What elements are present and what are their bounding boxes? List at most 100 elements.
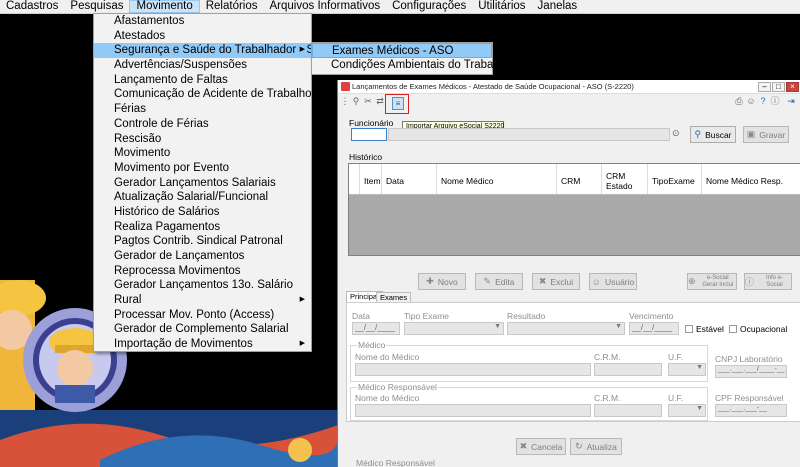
user-icon: ☺	[591, 276, 601, 287]
data-input[interactable]: __/__/____	[352, 322, 400, 335]
atualiza-button[interactable]: ↻ Atualiza	[570, 438, 622, 455]
uf-select[interactable]: ▼	[668, 363, 706, 376]
vencimento-label: Vencimento	[629, 311, 674, 321]
menu-item-rescisao[interactable]: Rescisão	[94, 132, 311, 147]
ocupacional-label: Ocupacional	[740, 324, 788, 334]
menu-item-realiza-pagamentos[interactable]: Realiza Pagamentos	[94, 220, 311, 235]
col-data[interactable]: Data	[382, 164, 437, 194]
submenu-arrow-icon: ▶	[299, 296, 305, 304]
menu-item-ferias[interactable]: Férias	[94, 102, 311, 117]
crm-input[interactable]	[594, 363, 662, 376]
crm-resp-label: C.R.M.	[594, 393, 621, 403]
grid-header: Item Data Nome Médico CRM CRM Estado Tip…	[349, 164, 800, 195]
menu-movimento[interactable]: Movimento	[129, 0, 200, 13]
menu-item-processar-ponto[interactable]: Processar Mov. Ponto (Access)	[94, 308, 311, 323]
info-esocial-button[interactable]: ⓘ Info e-Social	[744, 273, 792, 290]
exit-icon[interactable]: ⇥	[786, 96, 796, 106]
app-icon	[341, 82, 350, 91]
menu-item-importacao-movimentos[interactable]: Importação de Movimentos ▶	[94, 337, 311, 352]
submenu-arrow-icon: ▶	[299, 46, 305, 54]
menu-item-atestados[interactable]: Atestados	[94, 29, 311, 44]
search-icon[interactable]: ⚲	[351, 96, 361, 106]
menu-item-gerador-13o[interactable]: Gerador Lançamentos 13o. Salário	[94, 278, 311, 293]
funcionario-code-input[interactable]	[351, 128, 387, 141]
menu-relatorios[interactable]: Relatórios	[200, 0, 264, 13]
menu-item-afastamentos[interactable]: Afastamentos	[94, 14, 311, 29]
submenu-item-exames-medicos[interactable]: Exames Médicos - ASO	[312, 43, 492, 58]
submenu-item-condicoes-ambientais[interactable]: Condições Ambientais do Trabalho	[312, 58, 509, 73]
exclui-button[interactable]: ✖ Exclui	[532, 273, 580, 290]
medico-resp-group-label: Médico Responsável	[357, 382, 438, 392]
menu-item-historico-salarios[interactable]: Histórico de Salários	[94, 205, 311, 220]
info-icon[interactable]: ⓘ	[770, 96, 780, 106]
ocupacional-checkbox[interactable]	[729, 325, 737, 333]
cnpj-input[interactable]: ___.___.___/____-__	[715, 365, 787, 378]
menu-pesquisas[interactable]: Pesquisas	[64, 0, 129, 13]
menu-item-reprocessa[interactable]: Reprocessa Movimentos	[94, 264, 311, 279]
menu-cadastros[interactable]: Cadastros	[0, 0, 64, 13]
menu-item-movimento[interactable]: Movimento	[94, 146, 311, 161]
nome-medico-input[interactable]	[355, 363, 591, 376]
buscar-button[interactable]: ⚲ Buscar	[690, 126, 736, 143]
col-nome-medico[interactable]: Nome Médico	[437, 164, 557, 194]
cpf-input[interactable]: ___.___.___-__	[715, 404, 787, 417]
col-nome-medico-resp[interactable]: Nome Médico Resp.	[702, 164, 800, 194]
menu-item-gerador-lancamentos[interactable]: Gerador de Lançamentos	[94, 249, 311, 264]
cancela-button[interactable]: ✖ Cancela	[516, 438, 566, 455]
print-icon[interactable]: ⎙	[734, 96, 744, 106]
tipo-exame-label: Tipo Exame	[404, 311, 450, 321]
menu-item-sst[interactable]: Segurança e Saúde do Trabalhador - SST ▶	[94, 43, 329, 59]
estavel-checkbox[interactable]	[685, 325, 693, 333]
crm-resp-input[interactable]	[594, 404, 662, 417]
user-icon[interactable]: ☺	[746, 96, 756, 106]
chevron-down-icon: ▼	[494, 323, 501, 330]
submenu-arrow-icon: ▶	[299, 340, 305, 348]
sst-submenu: Exames Médicos - ASO Condições Ambientai…	[311, 42, 509, 75]
help-icon[interactable]: ?	[758, 96, 768, 106]
novo-button[interactable]: ✚ Novo	[418, 273, 466, 290]
import-file-icon[interactable]: ≡	[392, 97, 404, 110]
tools-icon[interactable]: ✂	[363, 96, 373, 106]
esocial-gerar-button[interactable]: ⊕ e-Social Gerar Inclui	[687, 273, 737, 290]
menu-janelas[interactable]: Janelas	[532, 0, 584, 13]
menu-item-controle-ferias[interactable]: Controle de Férias	[94, 117, 311, 132]
historico-grid[interactable]: Item Data Nome Médico CRM CRM Estado Tip…	[348, 163, 800, 256]
menu-item-rural[interactable]: Rural ▶	[94, 293, 311, 308]
estavel-label: Estável	[696, 324, 724, 334]
menu-item-cat[interactable]: Comunicação de Acidente de Trabalho (CAT…	[94, 87, 345, 102]
menu-configuracoes[interactable]: Configurações	[386, 0, 472, 13]
usuario-button[interactable]: ☺ Usuário	[589, 273, 637, 290]
col-tipo-exame[interactable]: TipoExame	[648, 164, 702, 194]
menu-utilitarios[interactable]: Utilitários	[472, 0, 531, 13]
menu-item-movimento-evento[interactable]: Movimento por Evento	[94, 161, 311, 176]
uf-resp-select[interactable]: ▼	[668, 404, 706, 417]
col-item[interactable]: Item	[360, 164, 382, 194]
tipo-exame-select[interactable]: ▼	[404, 322, 504, 335]
esocial-icon: ⊕	[688, 276, 696, 286]
vencimento-input[interactable]: __/__/____	[629, 322, 679, 335]
medico-resp-bottom-label: Médico Responsável	[356, 458, 435, 467]
export-icon[interactable]: ⇄	[375, 96, 385, 106]
minimize-button[interactable]: –	[758, 82, 771, 92]
maximize-button[interactable]: □	[772, 82, 785, 92]
menu-arquivos-informativos[interactable]: Arquivos Informativos	[264, 0, 387, 13]
resultado-select[interactable]: ▼	[507, 322, 625, 335]
nome-medico-resp-input[interactable]	[355, 404, 591, 417]
menu-item-atualizacao-salarial[interactable]: Atualização Salarial/Funcional	[94, 190, 311, 205]
menu-item-pagtos-contrib[interactable]: Pagtos Contrib. Sindical Patronal	[94, 234, 311, 249]
col-crm-estado[interactable]: CRM Estado	[602, 164, 648, 194]
menu-item-gerador-complemento[interactable]: Gerador de Complemento Salarial	[94, 322, 311, 337]
close-button[interactable]: ×	[786, 82, 799, 92]
data-label: Data	[352, 311, 370, 321]
col-crm[interactable]: CRM	[557, 164, 602, 194]
edita-button[interactable]: ✎ Edita	[475, 273, 523, 290]
binoculars-icon[interactable]: ⊙	[672, 128, 680, 139]
menu-item-lancamento-faltas[interactable]: Lançamento de Faltas	[94, 73, 311, 88]
chevron-down-icon: ▼	[696, 405, 703, 412]
gravar-button[interactable]: ▣ Gravar	[743, 126, 789, 143]
menu-item-advertencias[interactable]: Advertências/Suspensões	[94, 58, 311, 73]
nome-medico-label: Nome do Médico	[355, 352, 420, 362]
menu-item-gerador-lanc-salariais[interactable]: Gerador Lançamentos Salariais	[94, 176, 311, 191]
new-icon: ✚	[426, 276, 434, 286]
refresh-icon: ↻	[575, 441, 583, 451]
